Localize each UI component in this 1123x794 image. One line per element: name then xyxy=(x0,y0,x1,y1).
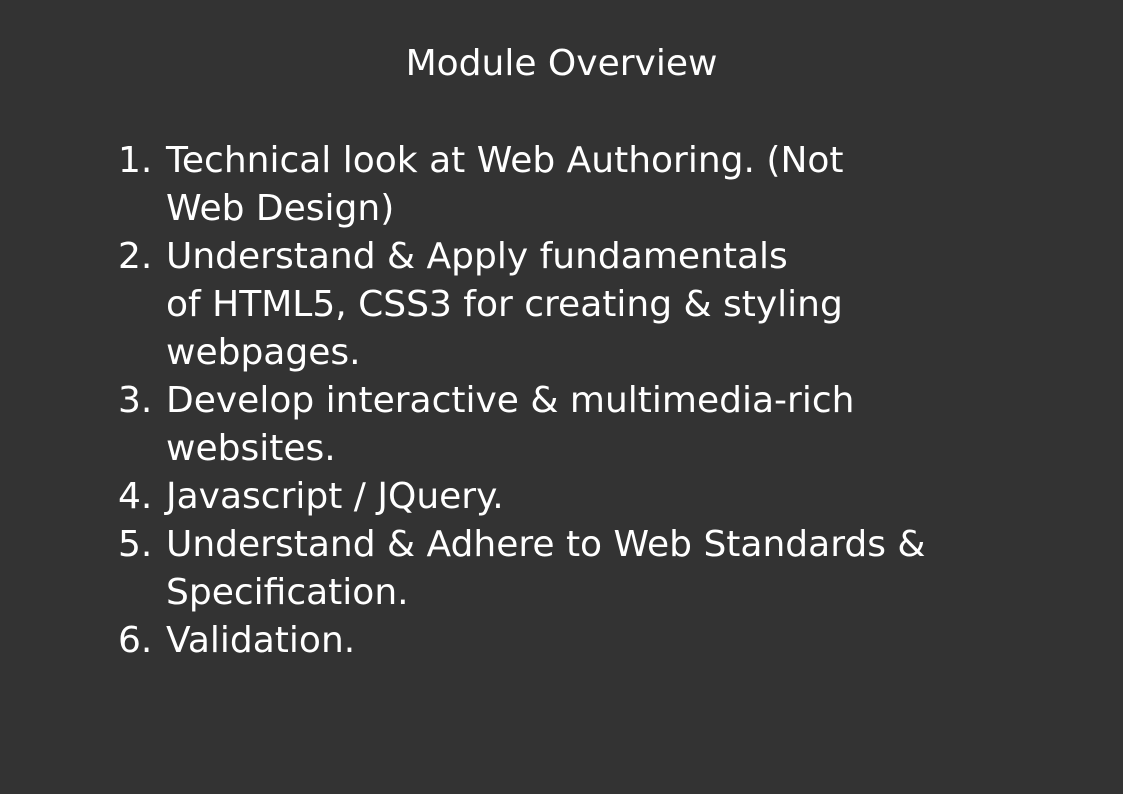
slide-title: Module Overview xyxy=(405,43,718,84)
list-item-number: 6. xyxy=(118,620,153,661)
list-item-text: Develop interactive & multimedia-rich we… xyxy=(142,377,998,473)
list-item-number: 2. xyxy=(118,236,153,277)
list-item-number: 3. xyxy=(118,380,153,421)
list-item-number: 4. xyxy=(118,476,153,517)
list-item: 3. Develop interactive & multimedia-rich… xyxy=(118,377,998,473)
list-item: 5. Understand & Adhere to Web Standards … xyxy=(118,521,998,617)
list-item-line: Web Design) xyxy=(166,188,395,229)
module-overview-list: 1. Technical look at Web Authoring. (Not… xyxy=(118,137,998,665)
list-item-text: Understand & Adhere to Web Standards & S… xyxy=(142,521,998,617)
list-item-text: Understand & Apply fundamentals of HTML5… xyxy=(142,233,998,377)
list-item-line: webpages. xyxy=(166,332,361,373)
list-item: 4. Javascript / JQuery. xyxy=(118,473,998,521)
list-item-number: 5. xyxy=(118,524,153,565)
list-item-line: Understand & Adhere to Web Standards & xyxy=(166,524,926,565)
list-item-line: Develop interactive & multimedia-rich xyxy=(166,380,855,421)
list-item-line: Technical look at Web Authoring. (Not xyxy=(166,140,844,181)
list-item-number: 1. xyxy=(118,140,153,181)
list-item-line: Javascript / JQuery. xyxy=(166,476,504,517)
list-item-line: Understand & Apply fundamentals xyxy=(166,236,788,277)
slide: Module Overview 1. Technical look at Web… xyxy=(0,0,1123,794)
list-item-line: Specification. xyxy=(166,572,409,613)
list-item-text: Validation. xyxy=(142,617,998,665)
list-item: 2. Understand & Apply fundamentals of HT… xyxy=(118,233,998,377)
list-item-line: of HTML5, CSS3 for creating & styling xyxy=(166,284,843,325)
list-item-line: Validation. xyxy=(166,620,356,661)
list-item-text: Javascript / JQuery. xyxy=(142,473,998,521)
list-item-line: websites. xyxy=(166,428,336,469)
list-item: 1. Technical look at Web Authoring. (Not… xyxy=(118,137,998,233)
list-item: 6. Validation. xyxy=(118,617,998,665)
list-item-text: Technical look at Web Authoring. (Not We… xyxy=(142,137,998,233)
